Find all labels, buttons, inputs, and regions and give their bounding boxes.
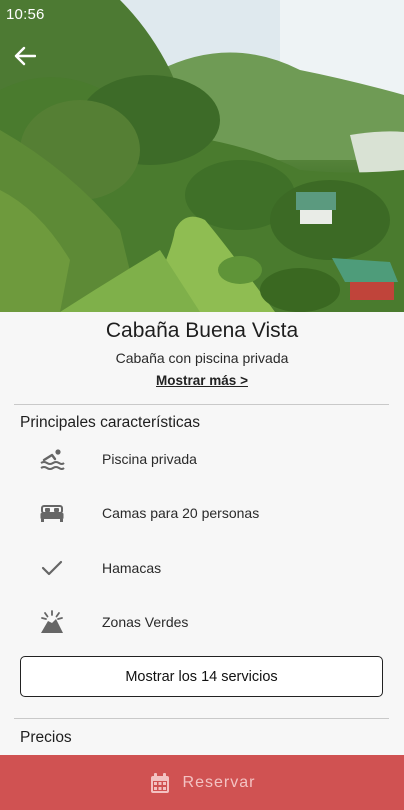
feature-item-beds: Camas para 20 personas — [0, 493, 404, 533]
arrow-left-icon — [14, 46, 36, 66]
prices-section-title: Precios — [20, 729, 72, 746]
features-section-title: Principales características — [20, 414, 201, 431]
calendar-icon — [150, 772, 169, 793]
feature-label: Camas para 20 personas — [102, 505, 260, 521]
reserve-button[interactable]: Reservar — [0, 755, 404, 810]
hero-image: 10:56 — [0, 0, 404, 312]
feature-item-pool: Piscina privada — [0, 439, 404, 479]
feature-label: Zonas Verdes — [102, 614, 189, 630]
status-bar-time: 10:56 — [6, 6, 45, 23]
feature-item-green-areas: Zonas Verdes — [0, 602, 404, 642]
feature-item-hammocks: Hamacas — [0, 548, 404, 588]
show-more-link[interactable]: Mostrar más > — [0, 373, 404, 388]
check-icon — [38, 556, 66, 580]
listing-details: Cabaña Buena Vista Cabaña con piscina pr… — [0, 312, 404, 755]
divider — [14, 718, 389, 719]
feature-label: Hamacas — [102, 560, 162, 576]
mountain-icon — [38, 610, 66, 634]
landscape-photo — [0, 0, 404, 312]
divider — [14, 404, 389, 405]
pool-icon — [38, 447, 66, 471]
feature-label: Piscina privada — [102, 451, 197, 467]
listing-title: Cabaña Buena Vista — [105, 319, 299, 342]
reserve-label: Reservar — [182, 773, 256, 791]
back-button[interactable] — [14, 46, 44, 76]
listing-subtitle: Cabaña con piscina privada — [115, 350, 289, 366]
show-all-services-button[interactable]: Mostrar los 14 servicios — [20, 656, 383, 697]
bed-icon — [38, 501, 66, 525]
